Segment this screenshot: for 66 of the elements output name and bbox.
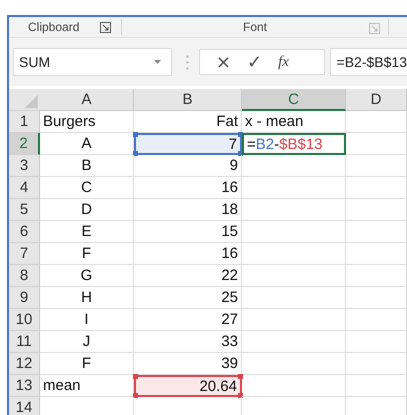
table-cell: 22 [134, 265, 242, 287]
table-cell: C [40, 177, 134, 199]
table-cell: 16 [134, 177, 242, 199]
table-cell [346, 155, 407, 177]
row-header[interactable]: 1 [9, 111, 40, 133]
table-cell [346, 309, 407, 331]
insert-function-button[interactable]: fx [272, 54, 295, 70]
formula-field[interactable]: =B2-$B$13 [330, 48, 407, 76]
table-cell [346, 177, 407, 199]
table-cell: 27 [134, 309, 242, 331]
table-cell: 25 [134, 287, 242, 309]
table-cell: F [40, 353, 134, 375]
row-header[interactable]: 2 [9, 133, 40, 155]
row-header[interactable]: 11 [9, 331, 40, 353]
select-all-corner[interactable] [9, 89, 41, 111]
dropdown-caret-icon[interactable] [154, 60, 161, 64]
table-cell [346, 111, 407, 133]
table-cell: 15 [134, 221, 242, 243]
column-header[interactable]: C [242, 89, 346, 111]
table-cell: 16 [134, 243, 242, 265]
table-cell: G [40, 265, 134, 287]
row-header[interactable]: 5 [9, 199, 40, 221]
grip-icon[interactable] [186, 54, 189, 70]
table-cell: 9 [134, 155, 242, 177]
row-header[interactable]: 3 [9, 155, 40, 177]
table-cell [346, 331, 407, 353]
cancel-button[interactable]: × [210, 52, 237, 72]
table-cell: 18 [134, 199, 242, 221]
row-header[interactable]: 6 [9, 221, 40, 243]
column-header[interactable]: A [40, 89, 134, 111]
table-cell [346, 243, 407, 265]
row-header[interactable]: 12 [9, 353, 40, 375]
group-label: Clipboard [28, 20, 80, 34]
row-header[interactable]: 14 [9, 397, 40, 415]
row-header[interactable]: 7 [9, 243, 40, 265]
table-cell: D [40, 199, 134, 221]
table-cell [346, 287, 407, 309]
dialog-launcher-icon[interactable] [100, 22, 111, 32]
row-header[interactable]: 4 [9, 177, 40, 199]
table-cell [346, 221, 407, 243]
table-cell[interactable]: =B2-$B$13 [242, 133, 346, 155]
table-cell: 7 [134, 133, 242, 155]
table-cell: F [40, 243, 134, 265]
row-header[interactable]: 9 [9, 287, 40, 309]
table-cell [346, 265, 407, 287]
column-header[interactable]: D [346, 89, 407, 111]
row-header[interactable]: 10 [9, 309, 40, 331]
table-cell: Burgers [40, 111, 134, 133]
table-cell [346, 353, 407, 375]
name-box[interactable]: SUM [13, 48, 172, 76]
table-cell: 33 [134, 331, 242, 353]
group-label: Font [242, 20, 267, 34]
column-header[interactable]: B [134, 89, 242, 111]
table-cell: B [40, 155, 134, 177]
table-cell [346, 133, 407, 155]
table-cell: 20.64 [134, 375, 242, 397]
table-cell [346, 199, 407, 221]
enter-button[interactable]: ✓ [240, 52, 268, 72]
row-header[interactable]: 13 [9, 375, 40, 397]
table-cell: x - mean [242, 111, 346, 133]
row-header[interactable]: 8 [9, 265, 40, 287]
table-cell: E [40, 221, 134, 243]
table-cell: J [40, 331, 134, 353]
table-cell: H [40, 287, 134, 309]
table-cell: I [40, 309, 134, 331]
table-cell [346, 375, 407, 397]
